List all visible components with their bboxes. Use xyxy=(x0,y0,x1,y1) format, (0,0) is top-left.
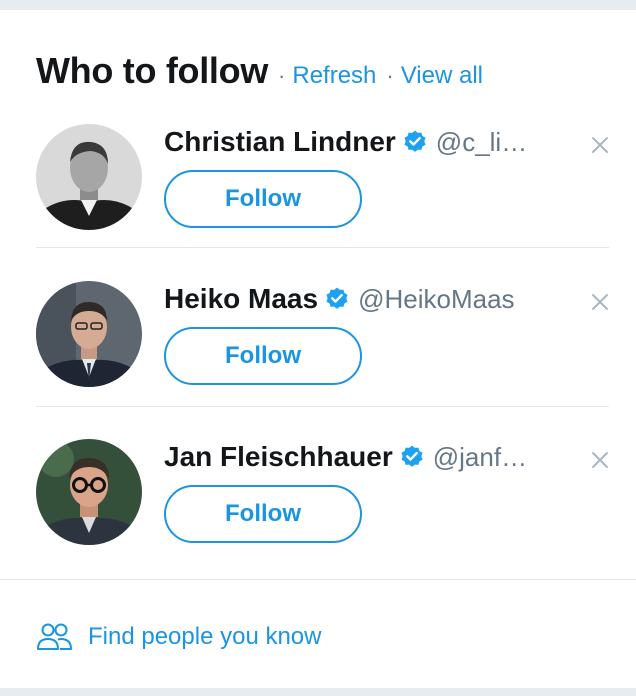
follow-button[interactable]: Follow xyxy=(164,485,362,543)
refresh-link[interactable]: Refresh xyxy=(292,62,376,90)
verified-badge-icon xyxy=(326,287,348,309)
avatar-photo xyxy=(36,439,142,545)
user-handle: @HeikoMaas xyxy=(358,283,515,314)
find-people-link[interactable]: Find people you know xyxy=(36,622,321,652)
footer-divider xyxy=(0,579,636,580)
suggestion-item: Jan Fleischhauer @janf… Follow xyxy=(0,439,636,579)
user-handle: @janf… xyxy=(432,441,528,472)
avatar-photo xyxy=(36,124,142,230)
view-all-link[interactable]: View all xyxy=(401,62,483,90)
verified-badge-icon xyxy=(401,445,423,467)
divider xyxy=(36,406,609,407)
user-name-row: Heiko Maas @HeikoMaas xyxy=(164,283,574,315)
separator-dot: · xyxy=(386,63,394,88)
user-name[interactable]: Heiko Maas xyxy=(164,283,318,315)
people-icon xyxy=(37,623,72,650)
card-title: Who to follow xyxy=(36,50,269,91)
avatar[interactable] xyxy=(36,281,142,387)
user-name-row: Jan Fleischhauer @janf… xyxy=(164,441,574,473)
user-name[interactable]: Christian Lindner xyxy=(164,126,396,158)
who-to-follow-card: Who to follow · Refresh · View all Chris… xyxy=(0,10,636,688)
user-name[interactable]: Jan Fleischhauer xyxy=(164,441,393,473)
avatar-photo xyxy=(36,281,142,387)
close-icon[interactable] xyxy=(589,449,611,471)
verified-badge-icon xyxy=(404,130,426,152)
divider xyxy=(36,247,609,248)
close-icon[interactable] xyxy=(589,134,611,156)
avatar[interactable] xyxy=(36,439,142,545)
user-handle: @c_li… xyxy=(435,126,528,157)
follow-button[interactable]: Follow xyxy=(164,327,362,385)
separator-dot: · xyxy=(278,63,286,88)
find-people-label[interactable]: Find people you know xyxy=(88,623,321,651)
follow-button[interactable]: Follow xyxy=(164,170,362,228)
close-icon[interactable] xyxy=(589,291,611,313)
avatar[interactable] xyxy=(36,124,142,230)
card-header: Who to follow · Refresh · View all xyxy=(36,50,483,100)
suggestion-item: Heiko Maas @HeikoMaas Follow xyxy=(0,281,636,421)
user-name-row: Christian Lindner @c_li… xyxy=(164,126,574,158)
suggestion-item: Christian Lindner @c_li… Follow xyxy=(0,124,636,264)
